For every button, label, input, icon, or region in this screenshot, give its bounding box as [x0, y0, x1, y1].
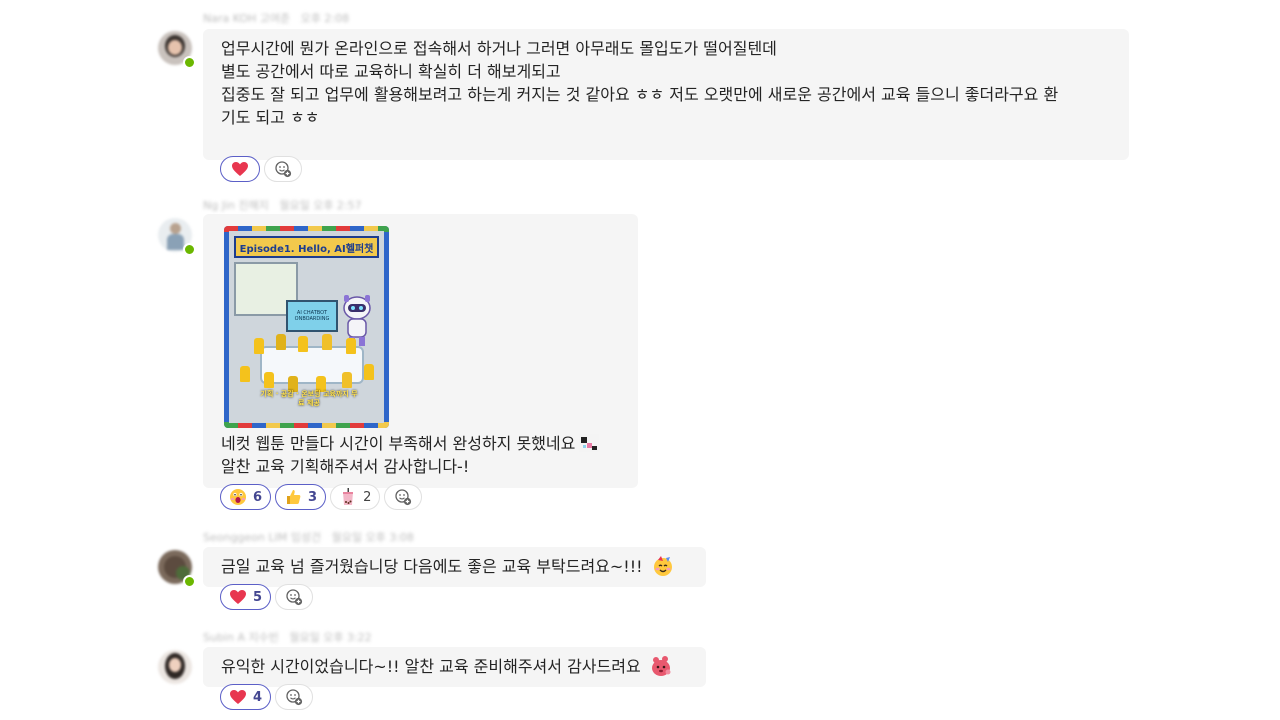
- reaction-count: 2: [363, 489, 372, 505]
- reaction-astonished[interactable]: 6: [220, 484, 272, 510]
- astonished-face-emoji-icon: [229, 488, 247, 506]
- message-line: 유익한 시간이었습니다~!! 알찬 교육 준비해주셔서 감사드려요: [221, 657, 646, 676]
- reaction-count: 4: [253, 689, 263, 705]
- message-line: 금일 교육 넘 즐거웠습니당 다음에도 좋은 교육 부탁드려요~!!!: [221, 557, 648, 576]
- add-reaction-button[interactable]: [384, 484, 423, 510]
- timestamp: 월요일 오후 3:22: [289, 631, 372, 644]
- reaction-heart[interactable]: 5: [220, 584, 272, 610]
- presence-available-icon: [183, 56, 196, 69]
- webtoon-image[interactable]: Episode1. Hello, AI헬퍼챗 AI CHATBOT ONBOAR…: [224, 226, 389, 428]
- image-title: Episode1. Hello, AI헬퍼챗: [234, 236, 379, 258]
- party-face-emoji-icon: [652, 555, 674, 577]
- add-reaction-button[interactable]: [275, 684, 314, 710]
- message-text: 네컷 웹툰 만들다 시간이 부족해서 완성하지 못했네요 알찬 교육 기획해주셔…: [203, 430, 638, 488]
- timestamp: 오후 2:08: [300, 12, 350, 25]
- pixel-sticker-icon: [579, 434, 600, 452]
- reaction-bar: [220, 156, 302, 182]
- message-meta: Nara KOH 고여준 오후 2:08: [203, 10, 349, 26]
- presence-available-icon: [183, 243, 196, 256]
- reaction-heart[interactable]: [220, 156, 260, 182]
- author-name: Subin A 지수빈: [203, 631, 279, 644]
- presence-available-icon: [183, 575, 196, 588]
- avatar[interactable]: [158, 650, 192, 684]
- message-line: 업무시간에 뭔가 온라인으로 접속해서 하거나 그러면 아무래도 몰입도가 떨어…: [221, 39, 777, 58]
- message-meta: Subin A 지수빈 월요일 오후 3:22: [203, 629, 372, 645]
- blushing-creature-emoji-icon: [650, 655, 672, 677]
- author-name: Ng Jin 진해지: [203, 199, 269, 212]
- reaction-bar: 6 3 2: [220, 484, 423, 510]
- message-bubble[interactable]: 금일 교육 넘 즐거웠습니당 다음에도 좋은 교육 부탁드려요~!!!: [203, 547, 706, 587]
- message-line: 알찬 교육 기획해주셔서 감사합니다-!: [221, 457, 470, 476]
- add-reaction-button[interactable]: [275, 584, 314, 610]
- chat-thread: Nara KOH 고여준 오후 2:08 업무시간에 뭔가 온라인으로 접속해서…: [0, 0, 1280, 720]
- author-name: Seonggeon LIM 임성건: [203, 531, 322, 544]
- message-line: 네컷 웹툰 만들다 시간이 부족해서 완성하지 못했네요: [221, 434, 576, 453]
- message-meta: Seonggeon LIM 임성건 월요일 오후 3:08: [203, 529, 414, 545]
- reaction-count: 3: [308, 489, 318, 505]
- robot-mascot-icon: [343, 295, 371, 346]
- timestamp: 월요일 오후 3:08: [331, 531, 414, 544]
- heart-emoji-icon: [231, 160, 249, 178]
- bubble-tea-emoji-icon: [339, 488, 357, 506]
- message-bubble[interactable]: 업무시간에 뭔가 온라인으로 접속해서 하거나 그러면 아무래도 몰입도가 떨어…: [203, 29, 1129, 160]
- presentation-screen: AI CHATBOT ONBOARDING: [286, 300, 338, 332]
- author-name: Nara KOH 고여준: [203, 12, 291, 25]
- reaction-bar: 5: [220, 584, 314, 610]
- add-reaction-icon: [274, 160, 292, 178]
- reaction-count: 5: [253, 589, 263, 605]
- add-reaction-icon: [394, 488, 412, 506]
- add-reaction-button[interactable]: [264, 156, 302, 182]
- reaction-count: 6: [253, 489, 263, 505]
- message-line: 집중도 잘 되고 업무에 활용해보려고 하는게 커지는 것 같아요 ㅎㅎ 저도 …: [221, 85, 1059, 104]
- reaction-bar: 4: [220, 684, 314, 710]
- message-bubble[interactable]: 유익한 시간이었습니다~!! 알찬 교육 준비해주셔서 감사드려요: [203, 647, 706, 687]
- timestamp: 월요일 오후 2:57: [279, 199, 362, 212]
- reaction-bubble-tea[interactable]: 2: [330, 484, 381, 510]
- message-line: 별도 공간에서 따로 교육하니 확실히 더 해보게되고: [221, 62, 561, 81]
- message-line: 기도 되고 ㅎㅎ: [221, 108, 320, 127]
- thumbs-up-emoji-icon: [284, 488, 302, 506]
- heart-emoji-icon: [229, 588, 247, 606]
- message-meta: Ng Jin 진해지 월요일 오후 2:57: [203, 197, 362, 213]
- add-reaction-icon: [285, 688, 303, 706]
- reaction-thumbs-up[interactable]: 3: [275, 484, 327, 510]
- reaction-heart[interactable]: 4: [220, 684, 272, 710]
- image-caption: 기획 · 공감 · 온보딩 교육까지 무료 제공: [260, 390, 358, 407]
- heart-emoji-icon: [229, 688, 247, 706]
- add-reaction-icon: [285, 588, 303, 606]
